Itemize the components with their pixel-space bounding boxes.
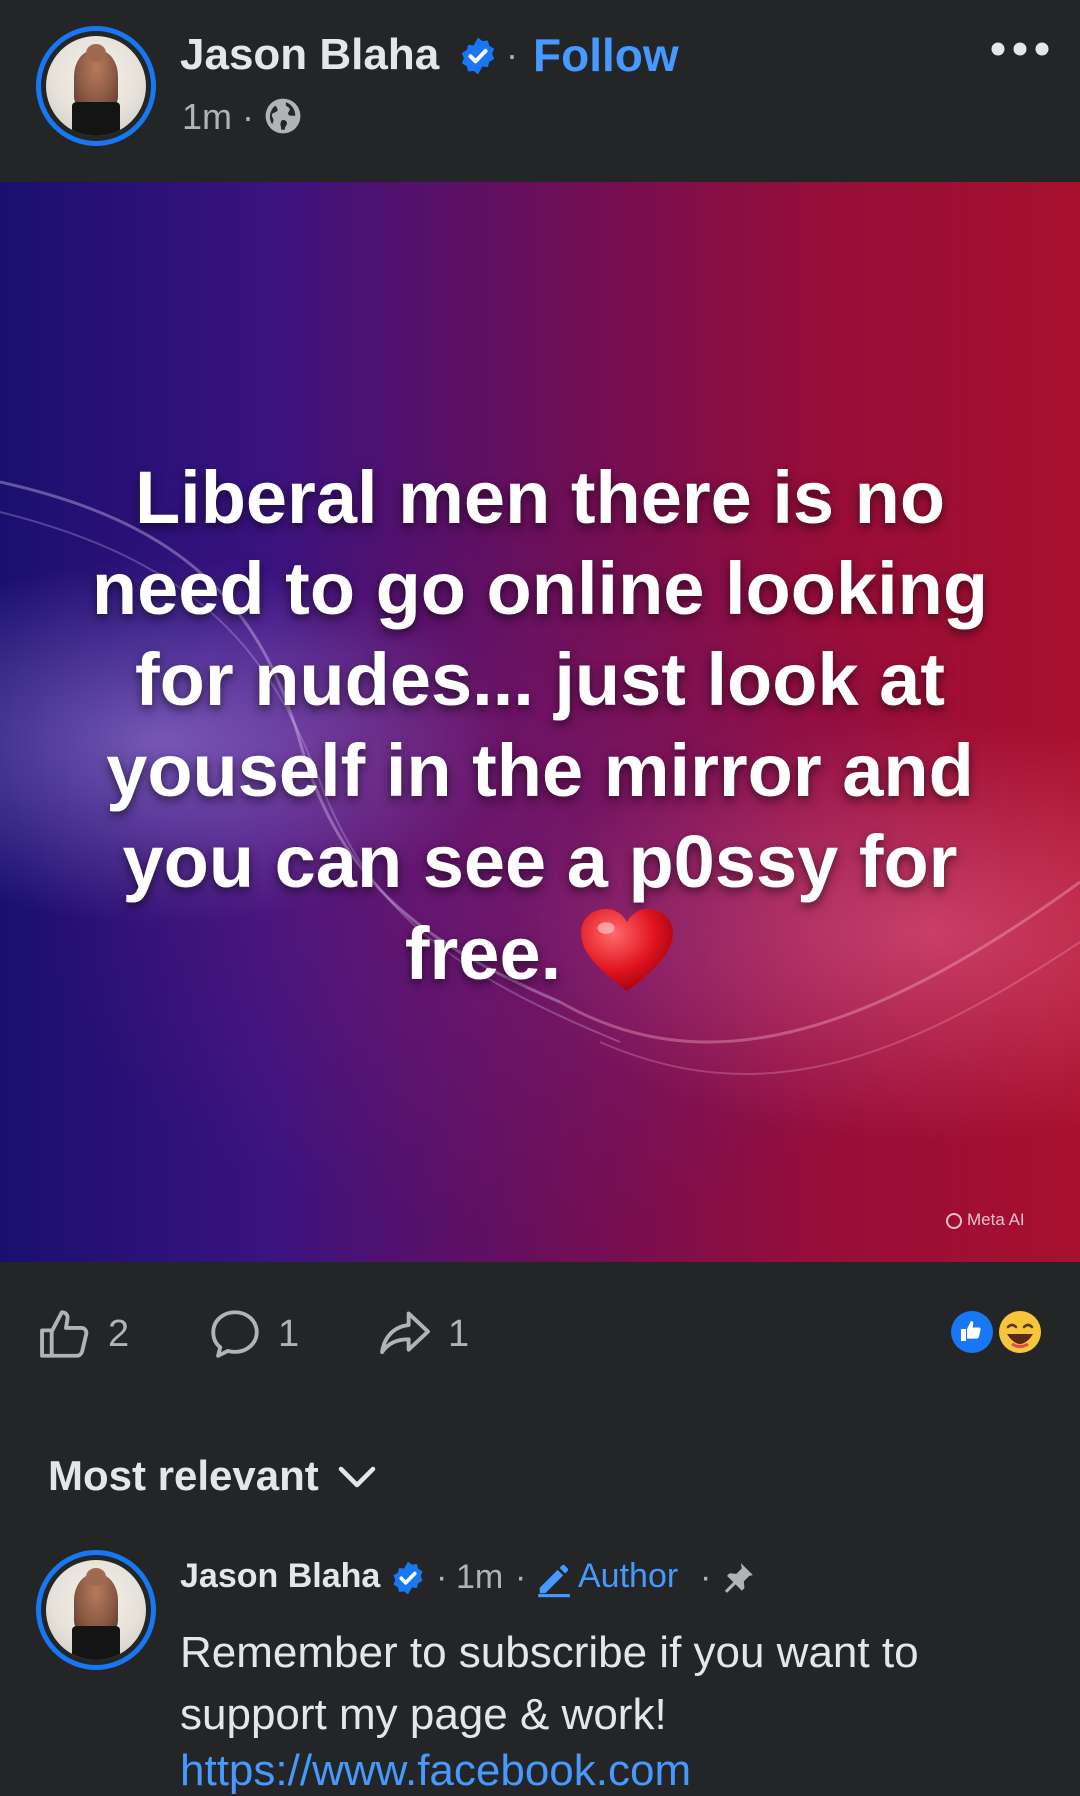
meta-ai-label: Meta AI [967, 1210, 1025, 1229]
post-actions: 2 1 1 [0, 1262, 1080, 1392]
comment-separator-1: · [436, 1558, 448, 1596]
post-text-body: Liberal men there is no need to go onlin… [91, 456, 989, 995]
comment-link[interactable]: https://www.facebook.com [180, 1746, 691, 1796]
comment-time[interactable]: 1m [456, 1558, 503, 1597]
haha-reaction-icon [996, 1308, 1044, 1356]
share-count: 1 [448, 1312, 470, 1355]
comment-author-avatar[interactable] [36, 1550, 156, 1670]
reaction-summary[interactable] [946, 1306, 1046, 1358]
chevron-down-icon [338, 1466, 375, 1488]
like-button[interactable]: 2 [36, 1304, 129, 1364]
verified-badge-icon [461, 37, 495, 75]
like-reaction-icon [948, 1308, 996, 1356]
comment-button[interactable]: 1 [206, 1304, 299, 1364]
post-text: Liberal men there is no need to go onlin… [60, 452, 1020, 999]
comment-count: 1 [278, 1312, 300, 1355]
post-image[interactable]: Liberal men there is no need to go onlin… [0, 182, 1080, 1262]
sort-label: Most relevant [48, 1452, 319, 1499]
meta-ai-watermark: Meta AI [946, 1210, 1025, 1230]
like-count: 2 [108, 1312, 130, 1355]
time-separator: · [242, 96, 254, 137]
share-icon [380, 1311, 430, 1355]
comment-icon [211, 1310, 259, 1358]
pin-icon [724, 1563, 753, 1593]
meta-ai-logo-icon [946, 1213, 962, 1229]
globe-icon [265, 98, 301, 134]
post-time[interactable]: 1m [182, 96, 232, 138]
follow-button[interactable]: Follow [533, 28, 679, 82]
author-name[interactable]: Jason Blaha [180, 30, 439, 80]
post-header: Jason Blaha · Follow 1m · [0, 0, 1080, 182]
comment-text: Remember to subscribe if you want to sup… [180, 1628, 919, 1739]
comment-avatar-photo [46, 1560, 146, 1660]
comment-separator-3: · [700, 1558, 712, 1596]
comment-separator-2: · [515, 1558, 527, 1596]
comment-sort-dropdown[interactable]: Most relevant [48, 1452, 377, 1500]
comment-author-name[interactable]: Jason Blaha [180, 1557, 380, 1596]
pencil-icon [538, 1564, 570, 1598]
more-icon[interactable] [990, 34, 1050, 64]
like-icon [40, 1310, 89, 1358]
author-avatar[interactable] [36, 26, 156, 146]
comment-verified-badge-icon [393, 1561, 423, 1595]
author-badge: Author [578, 1557, 679, 1595]
avatar-photo [46, 36, 146, 136]
heart-emoji-icon [581, 908, 674, 992]
header-separator: · [506, 34, 518, 75]
share-button[interactable]: 1 [376, 1304, 469, 1364]
